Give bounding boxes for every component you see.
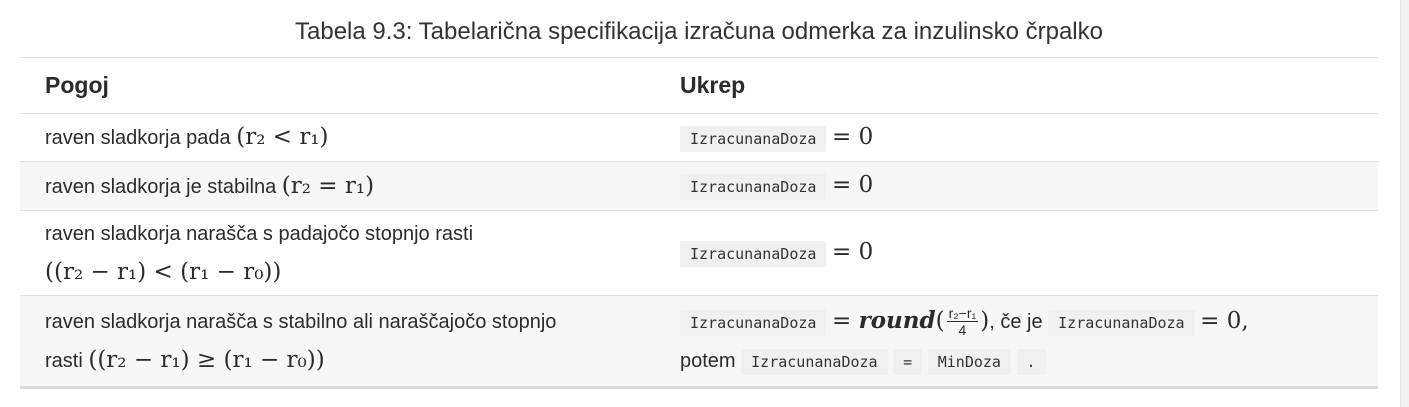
condition-formula: (r₂ = r₁) (281, 172, 375, 199)
then-text: potem (680, 349, 736, 372)
condition-if-text: , če je (989, 310, 1043, 333)
table-row: raven sladkorja je stabilna (r₂ = r₁) Iz… (20, 161, 1378, 211)
action-formula: = 0 (832, 239, 874, 265)
dose-spec-table: Pogoj Ukrep raven sladkorja pada (r₂ < r… (20, 57, 1378, 389)
variable-code: IzracunanaDoza (680, 125, 827, 152)
variable-code: IzracunanaDoza (680, 309, 827, 336)
open-paren: ( (935, 307, 945, 334)
variable-code: IzracunanaDoza (680, 174, 827, 200)
close-paren: ) (980, 307, 990, 334)
table-row: raven sladkorja narašča s padajočo stopn… (20, 210, 1378, 296)
header-condition: Pogoj (20, 57, 655, 114)
condition-cell: raven sladkorja je stabilna (r₂ = r₁) (20, 161, 655, 211)
condition-text: raven sladkorja narašča s padajočo stopn… (45, 222, 474, 245)
condition-formula: (r₂ < r₁) (236, 124, 329, 150)
action-cell: IzracunanaDoza = 0 (655, 113, 1378, 162)
condition-cell: raven sladkorja pada (r₂ < r₁) (20, 113, 655, 162)
variable-code: IzracunanaDoza (1048, 309, 1195, 336)
action-cell: IzracunanaDoza = round(r₂−r₁ 4), če je Iz… (655, 295, 1378, 388)
variable-code: IzracunanaDoza (680, 241, 827, 267)
table-header-row: Pogoj Ukrep (20, 57, 1378, 114)
fraction-numerator: r₂−r₁ (946, 305, 979, 323)
assign-operator: = (893, 348, 923, 375)
condition-text: raven sladkorja pada (45, 127, 237, 149)
action-formula: = 0 (832, 123, 874, 150)
action-formula: = 0 (832, 172, 874, 198)
condition-cell: raven sladkorja narašča s padajočo stopn… (20, 210, 655, 296)
variable-code: IzracunanaDoza (741, 348, 888, 375)
condition-formula: ((r₂ − r₁) < (r₁ − r₀)) (45, 258, 282, 285)
action-cell: IzracunanaDoza = 0 (655, 161, 1378, 211)
round-function: round (858, 306, 936, 334)
equals-sign: = (832, 307, 859, 334)
min-dose-code: MinDoza (927, 348, 1011, 375)
condition-text-continued: rasti (45, 349, 89, 372)
condition-cell: raven sladkorja narašča s stabilno ali n… (20, 295, 655, 388)
scrollbar[interactable] (1400, 0, 1409, 407)
action-cell: IzracunanaDoza = 0 (655, 210, 1378, 296)
condition-formula: ((r₂ − r₁) ≥ (r₁ − r₀)) (88, 346, 325, 373)
fraction: r₂−r₁ 4 (946, 305, 979, 339)
condition-text: raven sladkorja je stabilna (45, 175, 282, 198)
header-action: Ukrep (655, 57, 1378, 114)
fraction-denominator: 4 (958, 322, 967, 339)
condition-text: raven sladkorja narašča s stabilno ali n… (45, 310, 557, 333)
action-formula: = 0, (1200, 307, 1249, 334)
table-row: raven sladkorja narašča s stabilno ali n… (20, 295, 1378, 388)
table-row: raven sladkorja pada (r₂ < r₁) Izracunan… (20, 113, 1378, 162)
table-caption: Tabela 9.3: Tabelarična specifikacija iz… (295, 18, 1103, 45)
period: . (1016, 348, 1046, 375)
